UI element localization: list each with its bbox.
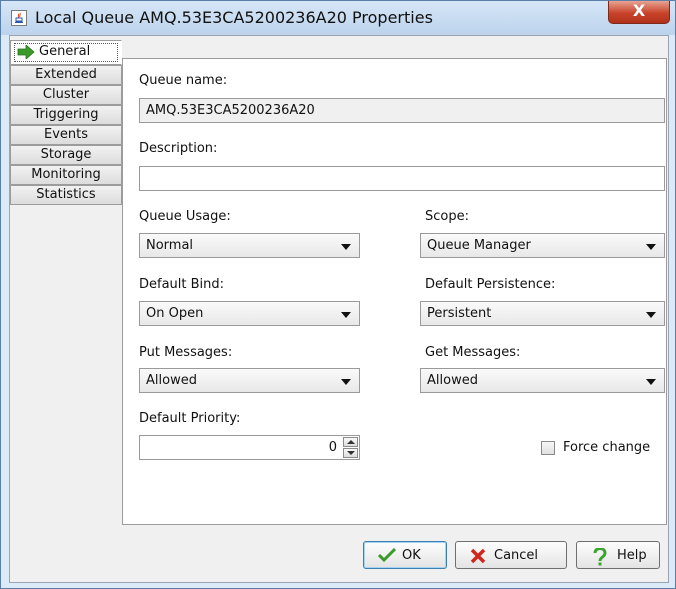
cancel-button[interactable]: Cancel: [455, 541, 567, 569]
close-button[interactable]: X: [608, 1, 670, 24]
put-messages-select[interactable]: Allowed: [139, 368, 360, 393]
queue-name-value: AMQ.53E3CA5200236A20: [146, 103, 315, 118]
queue-usage-label: Queue Usage:: [139, 209, 231, 224]
chevron-down-icon: [646, 312, 656, 318]
tab-general-label: General: [39, 44, 91, 59]
queue-name-label: Queue name:: [139, 73, 228, 88]
ok-button[interactable]: OK: [363, 541, 447, 569]
queue-name-field[interactable]: AMQ.53E3CA5200236A20: [139, 98, 665, 123]
window-frame-right: [669, 35, 675, 588]
get-messages-label: Get Messages:: [425, 345, 521, 360]
scope-value: Queue Manager: [427, 238, 531, 253]
default-priority-spinner[interactable]: 0: [139, 435, 360, 460]
default-persistence-label: Default Persistence:: [425, 277, 556, 292]
scope-select[interactable]: Queue Manager: [420, 233, 665, 258]
checkmark-icon: [377, 547, 397, 566]
chevron-down-icon: [646, 244, 656, 250]
title-bar[interactable]: Local Queue AMQ.53E3CA5200236A20 Propert…: [1, 1, 675, 35]
general-panel: Queue name: AMQ.53E3CA5200236A20 Descrip…: [122, 58, 667, 525]
cancel-label: Cancel: [494, 548, 539, 563]
dialog-client-area: General Extended Cluster Triggering Even…: [9, 35, 669, 583]
window-title: Local Queue AMQ.53E3CA5200236A20 Propert…: [35, 8, 433, 27]
chevron-up-icon: [347, 440, 355, 444]
scope-label: Scope:: [425, 209, 469, 224]
spinner-down-button[interactable]: [343, 448, 358, 458]
chevron-down-icon: [646, 379, 656, 385]
tab-triggering[interactable]: Triggering: [10, 105, 122, 125]
description-label: Description:: [139, 141, 218, 156]
tab-storage[interactable]: Storage: [10, 145, 122, 165]
spinner-up-button[interactable]: [343, 437, 358, 447]
java-app-icon: [11, 10, 27, 26]
get-messages-select[interactable]: Allowed: [420, 368, 665, 393]
default-persistence-select[interactable]: Persistent: [420, 301, 665, 326]
chevron-down-icon: [341, 312, 351, 318]
help-icon: [593, 547, 607, 570]
queue-usage-select[interactable]: Normal: [139, 233, 360, 258]
default-priority-value: 0: [328, 440, 337, 455]
tab-statistics[interactable]: Statistics: [10, 185, 122, 205]
put-messages-label: Put Messages:: [139, 345, 233, 360]
properties-dialog: Local Queue AMQ.53E3CA5200236A20 Propert…: [0, 0, 676, 589]
close-icon: X: [632, 1, 646, 20]
default-bind-value: On Open: [146, 306, 204, 321]
help-button[interactable]: Help: [576, 541, 660, 569]
tab-monitoring[interactable]: Monitoring: [10, 165, 122, 185]
window-frame-bottom: [1, 583, 675, 588]
tab-cluster[interactable]: Cluster: [10, 85, 122, 105]
ok-label: OK: [402, 548, 421, 563]
default-priority-label: Default Priority:: [139, 411, 241, 426]
get-messages-value: Allowed: [427, 373, 478, 388]
put-messages-value: Allowed: [146, 373, 197, 388]
description-field[interactable]: [139, 166, 665, 191]
green-arrow-icon: [17, 44, 35, 65]
tab-extended[interactable]: Extended: [10, 65, 122, 85]
tab-focus-ring: General: [14, 43, 118, 62]
chevron-down-icon: [341, 379, 351, 385]
red-x-icon: [470, 548, 486, 568]
chevron-down-icon: [341, 244, 351, 250]
spinner-buttons: [343, 437, 358, 458]
queue-usage-value: Normal: [146, 238, 194, 253]
tab-events[interactable]: Events: [10, 125, 122, 145]
force-change-checkbox[interactable]: [541, 441, 555, 455]
help-label: Help: [617, 548, 647, 563]
default-bind-select[interactable]: On Open: [139, 301, 360, 326]
default-persistence-value: Persistent: [427, 306, 492, 321]
force-change-label: Force change: [563, 440, 651, 455]
window-frame-left: [1, 35, 9, 588]
tab-general[interactable]: General: [10, 40, 122, 65]
chevron-down-icon: [347, 451, 355, 455]
default-bind-label: Default Bind:: [139, 277, 225, 292]
